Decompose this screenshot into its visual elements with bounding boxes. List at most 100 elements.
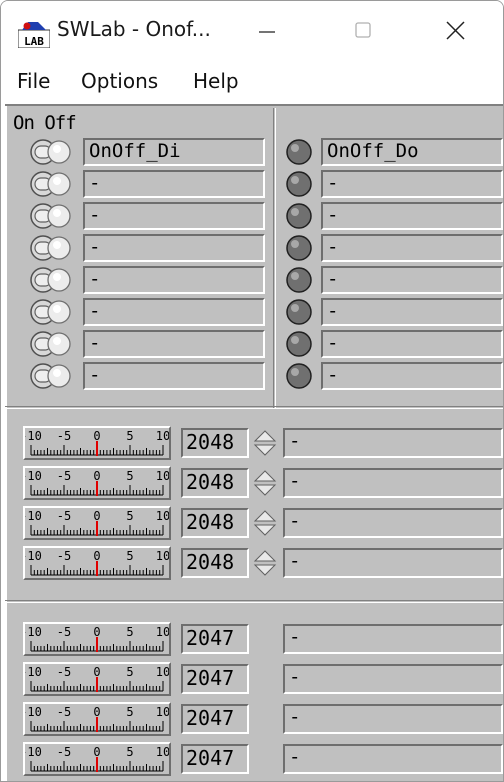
input-name-field[interactable]: - [83, 202, 265, 230]
value-spinner[interactable] [253, 428, 277, 458]
scale-label: 5 [126, 705, 133, 719]
value-spinner[interactable] [253, 468, 277, 498]
analog-output-value[interactable]: 2047 [181, 744, 249, 774]
input-name-field[interactable]: - [83, 170, 265, 198]
input-switch[interactable] [29, 234, 75, 262]
led-off-icon [286, 235, 312, 261]
analog-input-name-field[interactable]: - [283, 548, 503, 578]
analog-output-value[interactable]: 2047 [181, 664, 249, 694]
output-name-field[interactable]: - [321, 330, 503, 358]
analog-input-name-field[interactable]: - [283, 428, 503, 458]
input-switch[interactable] [29, 170, 75, 198]
scale-label: 10 [156, 469, 169, 483]
analog-input-value[interactable]: 2048 [181, 428, 249, 458]
menu-options[interactable]: Options [81, 69, 158, 93]
title-bar[interactable]: LAB SWLab - Onof... [1, 1, 503, 63]
gauge-scale-icon: -10 -5 0 5 10 [25, 745, 169, 772]
analog-input-name-field[interactable]: - [283, 468, 503, 498]
analog-input-value[interactable]: 2048 [181, 548, 249, 578]
output-name-field[interactable]: - [321, 266, 503, 294]
toggle-switch-icon [30, 171, 71, 197]
gauge-scale-icon: -10 -5 0 5 10 [25, 665, 169, 692]
output-name-field[interactable]: - [321, 298, 503, 326]
analog-output-name-field[interactable]: - [283, 624, 503, 654]
output-name-field[interactable]: - [321, 202, 503, 230]
scale-label: -10 [25, 549, 42, 563]
input-switch[interactable] [29, 362, 75, 390]
scale-label: -5 [57, 625, 71, 639]
app-icon-label: LAB [24, 35, 44, 48]
minimize-button[interactable] [245, 11, 289, 51]
scale-label: 5 [126, 625, 133, 639]
analog-input-gauge: -10 -5 0 5 10 [23, 546, 171, 580]
analog-input-value[interactable]: 2048 [181, 508, 249, 538]
scale-label: -5 [57, 549, 71, 563]
input-name-field[interactable]: - [83, 298, 265, 326]
gauge-scale-icon: -10 -5 0 5 10 [25, 625, 169, 652]
scale-label: 0 [93, 509, 100, 523]
close-icon [446, 21, 465, 40]
output-led [285, 138, 313, 166]
value-spinner[interactable] [253, 508, 277, 538]
scale-label: 0 [93, 549, 100, 563]
analog-output-value[interactable]: 2047 [181, 624, 249, 654]
scale-label: -10 [25, 429, 42, 443]
toggle-switch-icon [30, 235, 71, 261]
led-off-icon [286, 267, 312, 293]
spinner-arrows-icon [253, 510, 277, 536]
input-name-field[interactable]: - [83, 266, 265, 294]
menu-file[interactable]: File [17, 69, 50, 93]
input-name-field[interactable]: - [83, 330, 265, 358]
scale-label: -10 [25, 705, 42, 719]
input-name-field[interactable]: - [83, 234, 265, 262]
close-button[interactable] [433, 11, 477, 51]
scale-label: -10 [25, 509, 42, 523]
output-led [285, 202, 313, 230]
output-name-field[interactable]: - [321, 362, 503, 390]
scale-label: -10 [25, 625, 42, 639]
input-switch[interactable] [29, 298, 75, 326]
scale-label: 5 [126, 549, 133, 563]
led-off-icon [286, 363, 312, 389]
scale-label: 5 [126, 429, 133, 443]
menu-help[interactable]: Help [193, 69, 239, 93]
gauge-scale-icon: -10 -5 0 5 10 [25, 429, 169, 456]
toggle-switch-icon [30, 299, 71, 325]
input-switch[interactable] [29, 266, 75, 294]
scale-label: 10 [156, 745, 169, 759]
scale-label: 5 [126, 745, 133, 759]
analog-input-value[interactable]: 2048 [181, 468, 249, 498]
input-name-field[interactable]: - [83, 362, 265, 390]
analog-output-name-field[interactable]: - [283, 744, 503, 774]
maximize-button[interactable] [341, 11, 385, 51]
toggle-switch-icon [30, 331, 71, 357]
scale-label: -5 [57, 429, 71, 443]
analog-output-name-field[interactable]: - [283, 704, 503, 734]
input-switch[interactable] [29, 202, 75, 230]
analog-output-name-field[interactable]: - [283, 664, 503, 694]
analog-input-gauge: -10 -5 0 5 10 [23, 506, 171, 540]
io-panel: On Off OnOff_DiOnOff_Do-------------- -1… [5, 104, 503, 781]
gauge-scale-icon: -10 -5 0 5 10 [25, 549, 169, 576]
output-name-field[interactable]: - [321, 234, 503, 262]
output-name-field[interactable]: - [321, 170, 503, 198]
analog-output-value[interactable]: 2047 [181, 704, 249, 734]
output-name-field[interactable]: OnOff_Do [321, 138, 503, 166]
input-switch[interactable] [29, 330, 75, 358]
scale-label: -5 [57, 665, 71, 679]
scale-label: -10 [25, 469, 42, 483]
scale-label: 0 [93, 745, 100, 759]
input-name-field[interactable]: OnOff_Di [83, 138, 265, 166]
scale-label: 0 [93, 429, 100, 443]
input-switch[interactable] [29, 138, 75, 166]
gauge-scale-icon: -10 -5 0 5 10 [25, 509, 169, 536]
scale-label: 0 [93, 705, 100, 719]
scale-label: 10 [156, 429, 169, 443]
value-spinner[interactable] [253, 548, 277, 578]
swlab-app-icon: LAB [18, 22, 50, 48]
scale-label: 5 [126, 469, 133, 483]
scale-label: -5 [57, 469, 71, 483]
analog-input-name-field[interactable]: - [283, 508, 503, 538]
spinner-arrows-icon [253, 430, 277, 456]
maximize-icon [355, 22, 371, 38]
